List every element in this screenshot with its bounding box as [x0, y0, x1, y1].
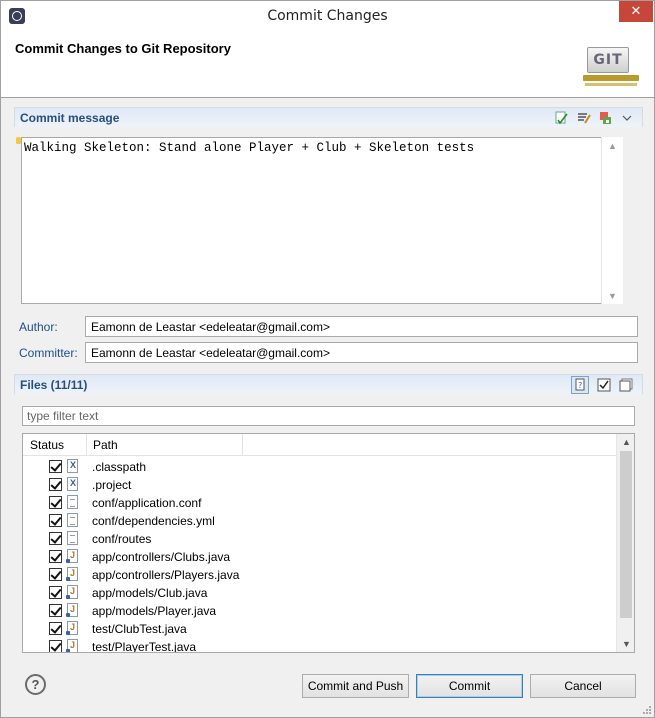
svg-text:?: ?: [578, 381, 582, 390]
files-table-scrollbar[interactable]: ▲ ▼: [616, 434, 634, 652]
file-path: conf/application.conf: [92, 496, 202, 510]
file-path: app/controllers/Players.java: [92, 568, 240, 582]
java-file-icon: [66, 549, 78, 563]
chevron-down-icon[interactable]: [621, 111, 633, 125]
cancel-button[interactable]: Cancel: [530, 674, 636, 698]
git-logo-text: GIT: [587, 47, 629, 73]
java-file-icon: [66, 567, 78, 581]
author-label: Author:: [19, 320, 58, 334]
spell-check-icon[interactable]: [555, 111, 569, 125]
file-checkbox[interactable]: [49, 622, 62, 635]
file-checkbox[interactable]: [49, 568, 62, 581]
commit-message-section-header: Commit message: [14, 107, 643, 127]
commit-changes-dialog: Commit Changes ✕ Commit Changes to Git R…: [0, 0, 655, 718]
table-row[interactable]: .classpath: [23, 458, 613, 476]
file-checkbox[interactable]: [49, 640, 62, 652]
close-button[interactable]: ✕: [619, 1, 653, 22]
file-path: app/models/Player.java: [92, 604, 217, 618]
commit-message-scrollbar[interactable]: ▲ ▼: [601, 137, 623, 304]
dialog-header: Commit Changes to Git Repository GIT: [1, 32, 654, 98]
files-table: Status Path .classpath .project conf/app…: [22, 433, 635, 653]
file-path: .classpath: [92, 460, 147, 474]
scroll-up-icon[interactable]: ▲: [608, 141, 617, 151]
file-checkbox[interactable]: [49, 478, 62, 491]
show-untracked-icon[interactable]: ?: [571, 376, 589, 394]
scrollbar-thumb[interactable]: [620, 451, 632, 618]
java-file-icon: [66, 585, 78, 599]
committer-label: Committer:: [19, 346, 78, 360]
table-row[interactable]: conf/dependencies.yml: [23, 512, 613, 530]
amend-commit-icon[interactable]: [599, 111, 613, 125]
table-row[interactable]: .project: [23, 476, 613, 494]
text-file-icon: [67, 513, 78, 527]
files-section-title: Files (11/11): [20, 378, 88, 392]
file-checkbox[interactable]: [49, 604, 62, 617]
table-row[interactable]: test/PlayerTest.java: [23, 638, 613, 653]
path-column-header[interactable]: Path: [93, 438, 118, 452]
java-file-icon: [66, 639, 78, 652]
resize-grip[interactable]: [641, 704, 651, 714]
title-bar[interactable]: Commit Changes ✕: [1, 1, 654, 32]
table-row[interactable]: app/controllers/Clubs.java: [23, 548, 613, 566]
window-title: Commit Changes: [267, 8, 388, 24]
author-field[interactable]: [85, 316, 638, 337]
java-file-icon: [66, 603, 78, 617]
files-section-header: Files (11/11) ?: [14, 374, 643, 394]
table-row[interactable]: conf/routes: [23, 530, 613, 548]
file-checkbox[interactable]: [49, 532, 62, 545]
table-row[interactable]: app/models/Club.java: [23, 584, 613, 602]
git-logo-icon: GIT: [583, 45, 639, 87]
select-all-icon[interactable]: [597, 378, 611, 392]
scroll-down-icon[interactable]: ▼: [622, 639, 631, 649]
table-row[interactable]: test/ClubTest.java: [23, 620, 613, 638]
scroll-down-icon[interactable]: ▼: [608, 291, 617, 301]
file-path: app/models/Club.java: [92, 586, 208, 600]
text-file-icon: [67, 531, 78, 545]
java-file-icon: [66, 621, 78, 635]
file-checkbox[interactable]: [49, 586, 62, 599]
files-table-header: Status Path: [23, 434, 634, 456]
xml-file-icon: [67, 477, 78, 491]
file-checkbox[interactable]: [49, 514, 62, 527]
file-path: conf/routes: [92, 532, 152, 546]
commit-message-text[interactable]: Walking Skeleton: Stand alone Player + C…: [24, 141, 474, 155]
commit-and-push-button[interactable]: Commit and Push: [302, 674, 409, 698]
table-row[interactable]: conf/application.conf: [23, 494, 613, 512]
status-column-header[interactable]: Status: [30, 438, 64, 452]
signed-off-by-icon[interactable]: [577, 111, 591, 125]
deselect-all-icon[interactable]: [619, 378, 633, 392]
page-title: Commit Changes to Git Repository: [15, 41, 231, 56]
committer-field[interactable]: [85, 342, 638, 363]
file-path: .project: [92, 478, 132, 492]
file-path: test/PlayerTest.java: [92, 640, 197, 653]
file-checkbox[interactable]: [49, 550, 62, 563]
xml-file-icon: [67, 459, 78, 473]
file-checkbox[interactable]: [49, 460, 62, 473]
commit-message-section-title: Commit message: [20, 111, 120, 125]
scroll-up-icon[interactable]: ▲: [622, 437, 631, 447]
commit-button[interactable]: Commit: [416, 674, 523, 698]
table-row[interactable]: app/models/Player.java: [23, 602, 613, 620]
text-file-icon: [67, 495, 78, 509]
commit-message-input[interactable]: Walking Skeleton: Stand alone Player + C…: [21, 137, 623, 304]
file-checkbox[interactable]: [49, 496, 62, 509]
file-path: app/controllers/Clubs.java: [92, 550, 231, 564]
file-filter-input[interactable]: [22, 406, 635, 426]
file-path: conf/dependencies.yml: [92, 514, 215, 528]
table-row[interactable]: app/controllers/Players.java: [23, 566, 613, 584]
file-path: test/ClubTest.java: [92, 622, 187, 636]
help-icon[interactable]: ?: [25, 674, 46, 695]
